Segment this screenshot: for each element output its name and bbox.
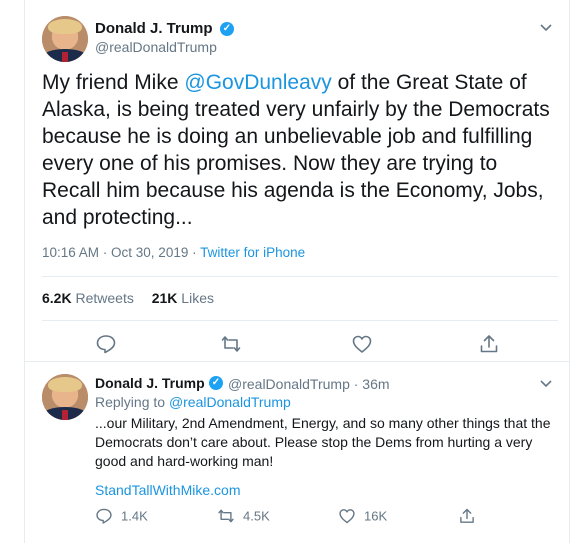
chevron-down-icon[interactable] [537, 374, 555, 392]
tweet-meta: 10:16 AM · Oct 30, 2019 · Twitter for iP… [42, 245, 305, 260]
reply-button[interactable]: 1.4K [95, 507, 148, 525]
tweet-thread: Donald J. Trump ✓ @realDonaldTrump My fr… [24, 0, 570, 543]
divider [25, 361, 569, 362]
share-icon[interactable] [478, 333, 500, 355]
reply-display-name[interactable]: Donald J. Trump [95, 375, 205, 391]
retweet-icon [218, 509, 234, 523]
divider [42, 320, 558, 321]
like-button[interactable]: 16K [338, 507, 387, 525]
tweet-text-suffix: of the Great State of Alaska, is being t… [42, 71, 550, 229]
retweet-count: 4.5K [243, 508, 270, 524]
like-icon [339, 509, 355, 524]
tweet-timestamp[interactable]: 10:16 AM · Oct 30, 2019 · [42, 245, 200, 260]
reply-tweet-text: ...our Military, 2nd Amendment, Energy, … [95, 415, 551, 469]
reply-avatar[interactable] [42, 374, 88, 420]
reply-tweet-link[interactable]: StandTallWithMike.com [95, 482, 241, 498]
like-count[interactable]: 21K [152, 290, 178, 306]
display-name[interactable]: Donald J. Trump [95, 20, 213, 37]
tweet-text-prefix: My friend Mike [42, 71, 185, 94]
like-icon[interactable] [351, 333, 373, 355]
like-label[interactable]: Likes [181, 290, 214, 306]
replying-to-label: Replying to [95, 394, 169, 410]
avatar[interactable] [42, 16, 88, 62]
retweet-count[interactable]: 6.2K [42, 290, 72, 306]
retweet-icon[interactable] [220, 333, 242, 355]
share-icon[interactable] [458, 507, 476, 525]
like-count: 16K [364, 508, 388, 524]
chevron-down-icon[interactable] [537, 18, 555, 36]
reply-icon[interactable] [95, 333, 117, 355]
retweet-button[interactable]: 4.5K [217, 507, 270, 525]
tweet-source[interactable]: Twitter for iPhone [200, 245, 305, 260]
replying-to-handle[interactable]: @realDonaldTrump [169, 394, 291, 410]
user-handle[interactable]: @realDonaldTrump [95, 39, 217, 55]
verified-icon: ✓ [209, 376, 223, 390]
tweet-text: My friend Mike @GovDunleavy of the Great… [42, 69, 558, 231]
replying-to: Replying to @realDonaldTrump [95, 394, 291, 410]
reply-handle-time[interactable]: @realDonaldTrump · 36m [228, 376, 390, 392]
verified-icon: ✓ [220, 22, 234, 36]
divider [42, 276, 558, 277]
reply-icon [96, 508, 112, 524]
mention-link[interactable]: @GovDunleavy [184, 71, 331, 94]
tweet-stats: 6.2K Retweets 21K Likes [42, 290, 214, 306]
retweet-label[interactable]: Retweets [75, 290, 133, 306]
reply-count: 1.4K [121, 508, 148, 524]
